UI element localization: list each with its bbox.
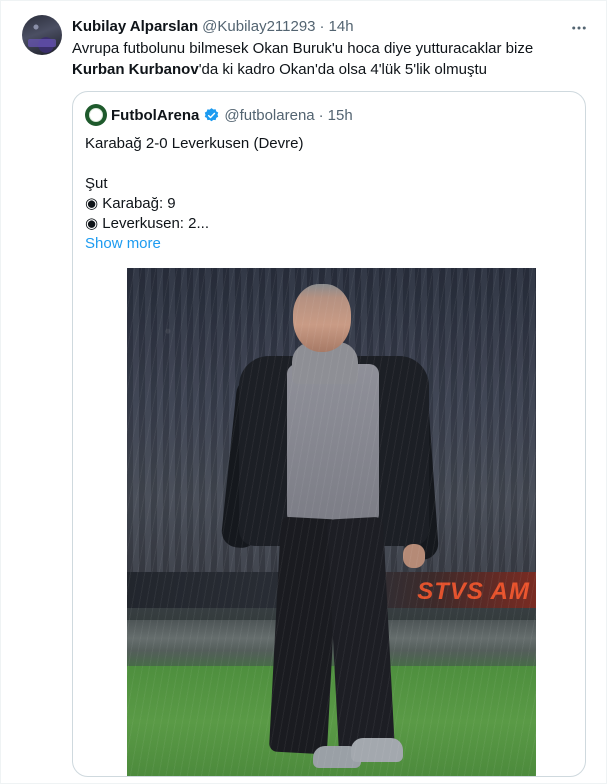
quote-line-shots: Şut xyxy=(85,175,108,192)
tweet-text-line2: 'da ki kadro Okan'da olsa 4'lük 5'lik ol… xyxy=(198,61,487,78)
quote-header: FutbolArena @futbolarena · 15h xyxy=(85,104,353,126)
quote-line-leverkusen: ◉ Leverkusen: 2... xyxy=(85,215,209,232)
more-horizontal-icon[interactable] xyxy=(569,18,589,38)
tweet-timestamp[interactable]: 14h xyxy=(329,18,354,35)
author-name[interactable]: Kubilay Alparslan xyxy=(72,18,198,35)
quote-timestamp[interactable]: 15h xyxy=(328,107,353,124)
quoted-tweet[interactable]: FutbolArena @futbolarena · 15h Karabağ 2… xyxy=(72,91,586,777)
tweet-text-bold-name: Kurban Kurbanov xyxy=(72,61,199,78)
coach-right-leg xyxy=(326,516,396,760)
tweet-text-line1: Avrupa futbolunu bilmesek Okan Buruk'u h… xyxy=(72,40,534,57)
quote-text: Karabağ 2-0 Leverkusen (Devre) Şut ◉ Kar… xyxy=(85,134,555,254)
coach-right-shoe xyxy=(351,738,403,762)
coach-sweater xyxy=(287,364,379,524)
verified-badge-icon xyxy=(203,107,220,124)
coach-hand xyxy=(403,544,425,568)
author-avatar[interactable] xyxy=(22,15,62,55)
author-handle[interactable]: @Kubilay211293 xyxy=(202,18,315,35)
quote-author-avatar[interactable] xyxy=(85,104,107,126)
quote-author-handle[interactable]: @futbolarena xyxy=(224,107,314,124)
coach-figure xyxy=(127,268,536,776)
show-more-link[interactable]: Show more xyxy=(85,234,555,254)
quote-blank-line xyxy=(85,154,555,174)
quote-author-name[interactable]: FutbolArena xyxy=(111,107,199,124)
header-separator: · xyxy=(319,17,325,35)
quote-line-karabag: ◉ Karabağ: 9 xyxy=(85,195,176,212)
quote-photo[interactable]: STVS AM xyxy=(127,268,536,776)
quote-separator: · xyxy=(318,106,324,124)
quote-line-score: Karabağ 2-0 Leverkusen (Devre) xyxy=(85,135,304,152)
tweet-text: Avrupa futbolunu bilmesek Okan Buruk'u h… xyxy=(72,38,572,80)
coach-head xyxy=(293,284,351,352)
tweet-header: Kubilay Alparslan @Kubilay211293 · 14h xyxy=(72,16,354,36)
